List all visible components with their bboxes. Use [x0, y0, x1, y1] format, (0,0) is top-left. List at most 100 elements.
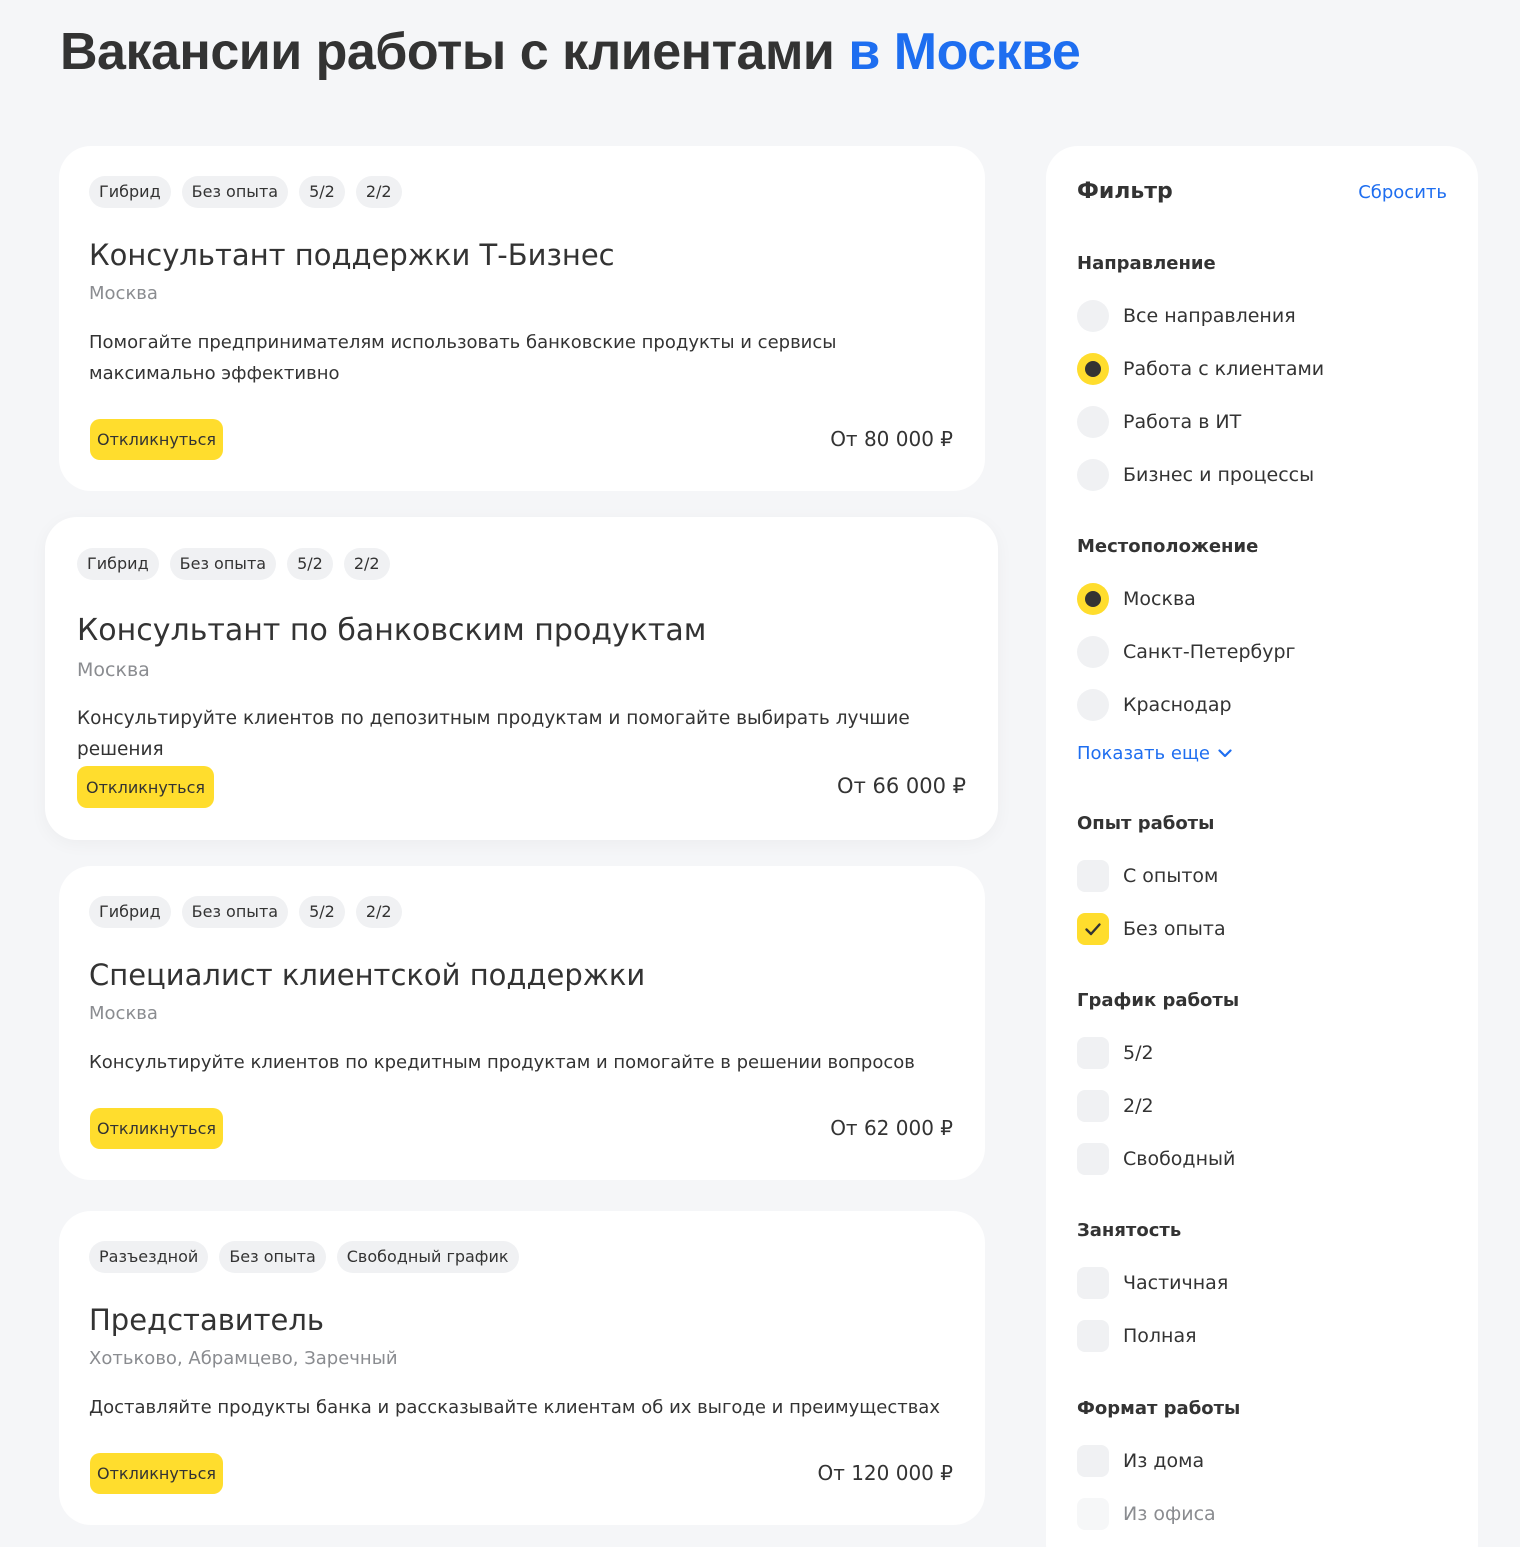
job-salary: От 62 000 ₽	[830, 1116, 953, 1140]
radio-option-krasnodar[interactable]: Краснодар	[1077, 689, 1232, 721]
radio-button[interactable]	[1077, 636, 1109, 668]
apply-button[interactable]: Откликнуться	[90, 1108, 223, 1149]
checkbox-option-part-time[interactable]: Частичная	[1077, 1267, 1228, 1299]
option-label: Без опыта	[1123, 918, 1226, 940]
job-tag: Гибрид	[77, 548, 159, 580]
job-tag: 5/2	[287, 548, 333, 580]
show-more-label: Показать еще	[1077, 743, 1210, 764]
job-description: Консультируйте клиентов по кредитным про…	[89, 1052, 915, 1073]
checkbox-option-schedule-5-2[interactable]: 5/2	[1077, 1037, 1154, 1069]
job-tags: Гибрид Без опыта 5/2 2/2	[77, 548, 390, 580]
checkbox-option-no-experience[interactable]: Без опыта	[1077, 913, 1226, 945]
job-city: Хотьково, Абрамцево, Заречный	[89, 1348, 398, 1369]
radio-option-moscow[interactable]: Москва	[1077, 583, 1196, 615]
option-label: Санкт-Петербург	[1123, 641, 1296, 663]
radio-button-selected[interactable]	[1077, 353, 1109, 385]
checkbox[interactable]	[1077, 1498, 1109, 1530]
job-description: Консультируйте клиентов по депозитным пр…	[77, 708, 910, 760]
radio-button-selected[interactable]	[1077, 583, 1109, 615]
option-label: Из офиса	[1123, 1503, 1216, 1525]
job-card[interactable]: Гибрид Без опыта 5/2 2/2 Консультант под…	[59, 146, 985, 491]
job-city: Москва	[89, 1003, 158, 1024]
radio-option-it-work[interactable]: Работа в ИТ	[1077, 406, 1241, 438]
job-salary: От 80 000 ₽	[830, 427, 953, 451]
checkbox-option-with-experience[interactable]: С опытом	[1077, 860, 1218, 892]
option-label: 5/2	[1123, 1042, 1154, 1064]
section-title-experience: Опыт работы	[1077, 813, 1215, 834]
apply-button[interactable]: Откликнуться	[90, 419, 223, 460]
job-salary: От 66 000 ₽	[837, 774, 966, 798]
radio-button[interactable]	[1077, 689, 1109, 721]
option-label: 2/2	[1123, 1095, 1154, 1117]
job-title[interactable]: Консультант по банковским продуктам	[77, 613, 706, 648]
radio-option-all-directions[interactable]: Все направления	[1077, 300, 1296, 332]
radio-option-client-work[interactable]: Работа с клиентами	[1077, 353, 1324, 385]
job-card[interactable]: Разъездной Без опыта Свободный график Пр…	[59, 1211, 985, 1525]
job-title[interactable]: Консультант поддержки Т-Бизнес	[89, 238, 615, 272]
job-tag: 2/2	[343, 548, 390, 580]
option-label: Работа в ИТ	[1123, 411, 1242, 433]
job-description: Доставляйте продукты банка и рассказывай…	[89, 1397, 940, 1418]
job-description: Помогайте предпринимателям использовать …	[89, 332, 837, 384]
checkbox-option-schedule-2-2[interactable]: 2/2	[1077, 1090, 1154, 1122]
section-title-schedule: График работы	[1077, 990, 1240, 1011]
job-tag: Без опыта	[219, 1241, 326, 1273]
job-tags: Гибрид Без опыта 5/2 2/2	[89, 176, 402, 208]
checkbox-option-schedule-free[interactable]: Свободный	[1077, 1143, 1235, 1175]
apply-button[interactable]: Откликнуться	[90, 1453, 223, 1494]
job-tag: 5/2	[299, 176, 345, 208]
job-card[interactable]: Гибрид Без опыта 5/2 2/2 Специалист клие…	[59, 866, 985, 1180]
chevron-down-icon	[1218, 749, 1232, 758]
reset-filter-link[interactable]: Сбросить	[1358, 182, 1447, 203]
checkbox-option-full-time[interactable]: Полная	[1077, 1320, 1197, 1352]
radio-button[interactable]	[1077, 459, 1109, 491]
checkbox[interactable]	[1077, 1267, 1109, 1299]
radio-button[interactable]	[1077, 406, 1109, 438]
checkbox[interactable]	[1077, 1143, 1109, 1175]
job-tag: Гибрид	[89, 176, 171, 208]
radio-option-business[interactable]: Бизнес и процессы	[1077, 459, 1314, 491]
job-tags: Разъездной Без опыта Свободный график	[89, 1241, 519, 1273]
checkbox[interactable]	[1077, 1445, 1109, 1477]
job-city: Москва	[89, 283, 158, 304]
job-tags: Гибрид Без опыта 5/2 2/2	[89, 896, 402, 928]
option-label: Из дома	[1123, 1450, 1205, 1472]
option-label: Все направления	[1123, 305, 1296, 327]
option-label: Полная	[1123, 1325, 1197, 1347]
checkbox-option-office[interactable]: Из офиса	[1077, 1498, 1216, 1530]
checkbox-option-remote[interactable]: Из дома	[1077, 1445, 1204, 1477]
section-title-direction: Направление	[1077, 253, 1216, 274]
show-more-link[interactable]: Показать еще	[1077, 743, 1232, 764]
checkmark-icon	[1085, 923, 1101, 936]
job-card[interactable]: Гибрид Без опыта 5/2 2/2 Консультант по …	[45, 517, 998, 840]
job-tag: Гибрид	[89, 896, 171, 928]
section-title-location: Местоположение	[1077, 536, 1259, 557]
checkbox[interactable]	[1077, 860, 1109, 892]
radio-button[interactable]	[1077, 300, 1109, 332]
job-tag: 5/2	[299, 896, 345, 928]
job-city: Москва	[77, 659, 150, 681]
checkbox[interactable]	[1077, 1090, 1109, 1122]
job-title[interactable]: Специалист клиентской поддержки	[89, 958, 645, 992]
job-tag: Без опыта	[181, 176, 289, 208]
job-tag: Разъездной	[89, 1241, 209, 1273]
job-tag: Без опыта	[181, 896, 289, 928]
apply-button[interactable]: Откликнуться	[77, 766, 214, 808]
job-title[interactable]: Представитель	[89, 1303, 324, 1337]
checkbox[interactable]	[1077, 1320, 1109, 1352]
checkbox-checked[interactable]	[1077, 913, 1109, 945]
radio-option-spb[interactable]: Санкт-Петербург	[1077, 636, 1296, 668]
job-tag: Без опыта	[169, 548, 277, 580]
option-label: Работа с клиентами	[1123, 358, 1325, 380]
option-label: Свободный	[1123, 1148, 1236, 1170]
page-title: Вакансии работы с клиентами в Москве	[60, 22, 1081, 82]
job-tag: Свободный график	[336, 1241, 519, 1273]
option-label: С опытом	[1123, 865, 1219, 887]
option-label: Москва	[1123, 588, 1196, 610]
option-label: Частичная	[1123, 1272, 1229, 1294]
checkbox[interactable]	[1077, 1037, 1109, 1069]
job-tag: 2/2	[355, 896, 402, 928]
filter-title: Фильтр	[1077, 179, 1173, 204]
filter-panel: Фильтр Сбросить Направление Все направле…	[1046, 146, 1478, 1547]
option-label: Краснодар	[1123, 694, 1232, 716]
